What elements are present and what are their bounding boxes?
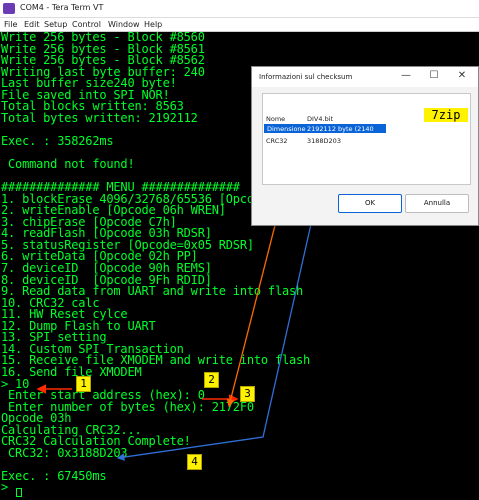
marker-1: 1 [76, 376, 91, 392]
terminal-line: Exec. : 358262ms [1, 133, 114, 148]
terminal-cursor [16, 488, 22, 497]
terminal-line: > [1, 480, 16, 495]
menu-file[interactable]: File [4, 20, 17, 29]
cancel-button[interactable]: Annulla [405, 194, 469, 213]
dialog-titlebar: Informazioni sul checksum — ☐ ✕ [252, 67, 478, 87]
menu-help[interactable]: Help [144, 20, 162, 29]
row-label-crc32: CRC32 [266, 137, 288, 145]
terminal-line: Exec. : 67450ms [1, 468, 107, 483]
menu-bar: File Edit Setup Control Window Help [0, 18, 479, 32]
menu-edit[interactable]: Edit [24, 20, 40, 29]
menu-control[interactable]: Control [72, 20, 101, 29]
checksum-dialog: Informazioni sul checksum — ☐ ✕ Nome DIV… [251, 66, 479, 226]
maximize-icon[interactable]: ☐ [427, 70, 441, 81]
marker-2: 2 [204, 372, 219, 388]
checksum-info-list: Nome DIV4.bit Dimensione 2192112 byte (2… [262, 93, 471, 185]
terminal-line: Total bytes written: 2192112 [1, 110, 198, 125]
close-icon[interactable]: ✕ [455, 70, 469, 81]
terminal-line: CRC32: 0x3188D203 [1, 445, 128, 460]
window-titlebar: COM4 - Tera Term VT [0, 0, 479, 18]
ok-button[interactable]: OK [338, 194, 402, 213]
minimize-icon[interactable]: — [399, 70, 413, 81]
row-value-name: DIV4.bit [307, 115, 334, 123]
row-value-crc32: 3188D203 [307, 137, 341, 145]
marker-3: 3 [240, 386, 255, 402]
list-item-size-selected[interactable]: Dimensione 2192112 byte (2140 KiB) [264, 124, 386, 141]
marker-4: 4 [187, 454, 202, 470]
row-label-name: Nome [266, 115, 286, 123]
menu-setup[interactable]: Setup [44, 20, 67, 29]
annotation-7zip-label: 7zip [424, 108, 468, 122]
teraterm-app-icon [3, 3, 15, 14]
terminal-line: Command not found! [1, 157, 135, 172]
dialog-title: Informazioni sul checksum [259, 73, 353, 81]
row-label-size: Dimensione [267, 125, 306, 133]
window-title: COM4 - Tera Term VT [20, 3, 104, 12]
menu-window[interactable]: Window [108, 20, 140, 29]
